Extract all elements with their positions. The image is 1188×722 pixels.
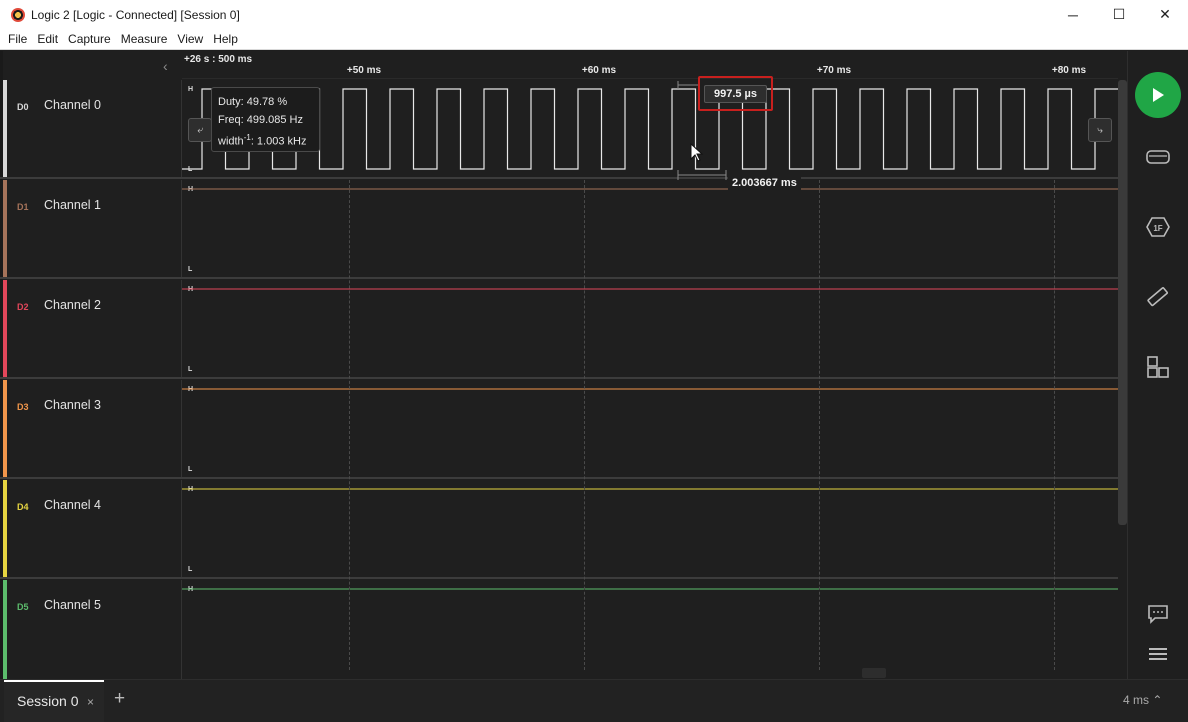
menu-file[interactable]: File (8, 32, 27, 46)
chat-icon[interactable] (1145, 601, 1171, 627)
measurement-popup: Duty: 49.78 % Freq: 499.085 Hz width-1: … (211, 87, 320, 152)
timeline-header[interactable]: +26 s : 500 ms +50 ms +60 ms +70 ms +80 … (182, 51, 1118, 79)
pulse-width-badge[interactable]: 997.5 µs (698, 76, 773, 111)
menu-view[interactable]: View (177, 32, 203, 46)
channel-name[interactable]: Channel 5 (44, 598, 101, 612)
duty-value: Duty: 49.78 % (218, 96, 288, 108)
timeline-tick: +80 ms (1051, 65, 1087, 76)
channel-row-4[interactable]: D4 Channel 4 H L (0, 480, 1118, 579)
channel-row-0[interactable]: D0 Channel 0 H L (0, 80, 1118, 179)
timeline-tick: +70 ms (816, 65, 852, 76)
channel-id: D0 (17, 102, 29, 112)
minimize-button[interactable]: ─ (1050, 0, 1096, 29)
close-button[interactable]: ✕ (1142, 0, 1188, 29)
channel-1-waveform[interactable] (182, 180, 1118, 279)
width-sup: -1 (243, 133, 251, 142)
timeline-tick: +60 ms (581, 65, 617, 76)
play-icon (1153, 88, 1164, 102)
menu-help[interactable]: Help (213, 32, 238, 46)
logic-app-icon (11, 7, 25, 22)
channel-label-area[interactable]: D0 Channel 0 (7, 80, 182, 177)
window-title: Logic 2 [Logic - Connected] [Session 0] (31, 7, 240, 22)
start-capture-button[interactable] (1135, 72, 1181, 118)
vertical-scrollbar[interactable] (1118, 80, 1127, 525)
width-value: : 1.003 kHz (250, 135, 307, 148)
channel-label-area[interactable]: D3 Channel 3 (7, 380, 182, 477)
channel-name[interactable]: Channel 2 (44, 298, 101, 312)
channel-label-area[interactable]: D1 Channel 1 (7, 180, 182, 277)
svg-text:1F: 1F (1153, 224, 1162, 233)
timeline-origin: +26 s : 500 ms (184, 54, 253, 65)
channel-id: D5 (17, 602, 29, 612)
period-marker (677, 170, 727, 180)
menu-bar: File Edit Capture Measure View Help (0, 29, 1188, 50)
channel-id: D3 (17, 402, 29, 412)
grid-line (349, 180, 350, 670)
menu-icon[interactable] (1145, 641, 1171, 667)
period-value: 2.003667 ms (728, 176, 801, 190)
mouse-cursor-icon (690, 143, 704, 162)
channel-2-waveform[interactable] (182, 280, 1118, 379)
add-session-icon[interactable]: + (114, 688, 125, 710)
channel-row-5[interactable]: D5 Channel 5 H (0, 580, 1118, 679)
timeline-tick: +50 ms (346, 65, 382, 76)
channel-row-3[interactable]: D3 Channel 3 H L (0, 380, 1118, 479)
channel-label-area[interactable]: D4 Channel 4 (7, 480, 182, 577)
horizontal-scrollbar[interactable] (862, 668, 886, 678)
title-bar: Logic 2 [Logic - Connected] [Session 0] … (0, 0, 1188, 29)
session-tab-bar: Session 0 × + 4 ms ⌃ (0, 679, 1188, 722)
menu-measure[interactable]: Measure (121, 32, 168, 46)
prev-edge-button[interactable]: ⤶ (188, 118, 212, 142)
channel-id: D2 (17, 302, 29, 312)
grid-line (1054, 180, 1055, 670)
next-edge-button[interactable]: ⤷ (1088, 118, 1112, 142)
freq-value: Freq: 499.085 Hz (218, 114, 303, 126)
waveform-area[interactable]: ‹ +26 s : 500 ms +50 ms +60 ms +70 ms +8… (0, 51, 1127, 679)
channel-4-waveform[interactable] (182, 480, 1118, 579)
channel-name[interactable]: Channel 4 (44, 498, 101, 512)
width-label: width (218, 135, 244, 148)
channel-3-waveform[interactable] (182, 380, 1118, 479)
menu-edit[interactable]: Edit (37, 32, 58, 46)
channel-name[interactable]: Channel 3 (44, 398, 101, 412)
channel-label-area[interactable]: D5 Channel 5 (7, 580, 182, 679)
channel-row-2[interactable]: D2 Channel 2 H L (0, 280, 1118, 379)
maximize-button[interactable]: ☐ (1096, 0, 1142, 29)
menu-capture[interactable]: Capture (68, 32, 111, 46)
channel-name[interactable]: Channel 1 (44, 198, 101, 212)
close-session-icon[interactable]: × (87, 695, 94, 709)
width-inverse-value: width-1: 1.003 kHz (218, 129, 313, 151)
extensions-icon[interactable] (1145, 354, 1171, 380)
session-tab-label: Session 0 (17, 693, 79, 709)
channel-5-waveform[interactable] (182, 580, 1118, 679)
analyzers-icon[interactable]: 1F (1145, 214, 1171, 240)
grid-line (584, 180, 585, 670)
session-tab[interactable]: Session 0 × (4, 680, 104, 722)
zoom-level[interactable]: 4 ms ⌃ (1123, 693, 1162, 707)
right-sidebar: 1F (1127, 51, 1188, 679)
window-controls: ─ ☐ ✕ (1050, 0, 1188, 29)
channel-name[interactable]: Channel 0 (44, 98, 101, 112)
pulse-width-value: 997.5 µs (703, 84, 768, 103)
channel-row-1[interactable]: D1 Channel 1 H L (0, 180, 1118, 279)
device-icon[interactable] (1145, 144, 1171, 170)
grid-line (819, 180, 820, 670)
channel-id: D1 (17, 202, 29, 212)
channel-label-area[interactable]: D2 Channel 2 (7, 280, 182, 377)
channel-0-waveform[interactable] (182, 80, 1118, 179)
collapse-arrow-icon[interactable]: ‹ (163, 58, 168, 74)
channel-id: D4 (17, 502, 29, 512)
ruler-icon[interactable] (1145, 284, 1171, 310)
app-window: Logic 2 [Logic - Connected] [Session 0] … (0, 0, 1188, 722)
